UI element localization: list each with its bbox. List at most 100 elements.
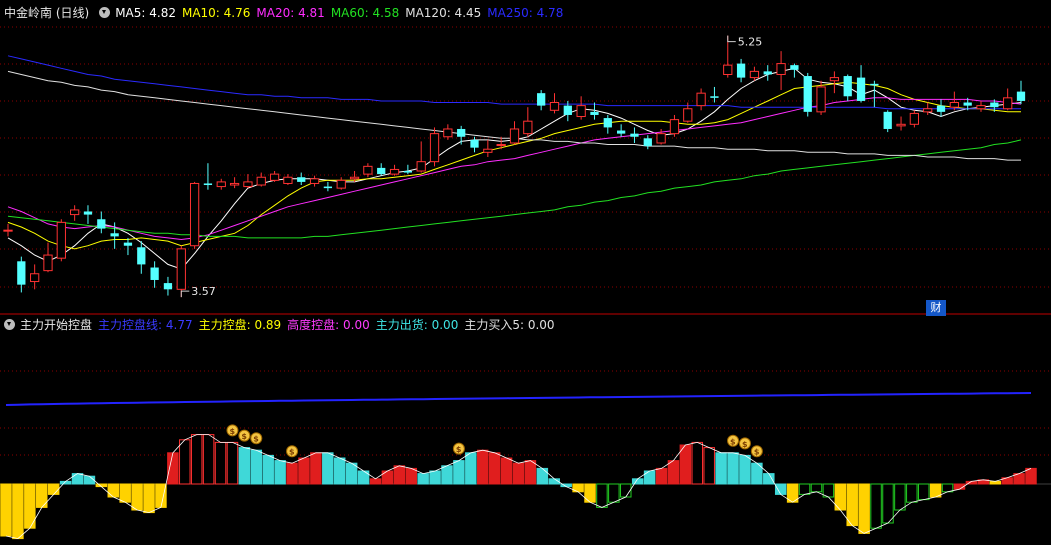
money-bag-symbol: $ — [754, 448, 760, 457]
indicator-bar — [810, 483, 823, 493]
candle-body — [216, 181, 226, 188]
candle-body — [150, 267, 159, 280]
indicator-bar — [894, 483, 906, 511]
indicator-bar — [250, 449, 263, 485]
candle-body — [163, 283, 173, 290]
indicator-bar — [465, 452, 477, 485]
candle-body — [256, 176, 266, 186]
candle-body — [189, 182, 200, 247]
candle-body — [537, 93, 546, 106]
candle-body — [1003, 97, 1013, 110]
chart-canvas[interactable]: 5.25 3.57 $ $ $ $ $ $ $ $ — [0, 0, 1051, 545]
indicator-bar — [1025, 467, 1037, 485]
indicator-bar — [47, 483, 60, 495]
candle-body — [496, 144, 506, 147]
ma-settings-button[interactable] — [99, 7, 111, 18]
indicator-bar — [524, 460, 537, 485]
candle-body — [963, 102, 972, 106]
annotation-pointer — [727, 35, 736, 43]
indicator-bar — [715, 452, 727, 485]
candle-body — [323, 186, 333, 189]
candle-body — [790, 65, 799, 70]
indicator-bar — [739, 454, 751, 485]
finance-badge[interactable]: 财 — [926, 300, 946, 316]
low-price-label: 3.57 — [191, 285, 216, 298]
indicator-bar — [572, 483, 584, 493]
money-bag-symbol: $ — [229, 427, 235, 436]
indicator-bar — [202, 434, 215, 485]
indicator-header: 主力开始控盘 主力控盘线: 4.77 主力控盘: 0.89 高度控盘: 0.00 主力出… — [0, 316, 567, 334]
indicator-bar — [536, 467, 549, 485]
indicator-bar — [858, 483, 870, 534]
ma-legend-item-2: MA20: 4.81 — [256, 6, 325, 20]
candle-body — [70, 209, 80, 216]
candle-body — [470, 139, 479, 148]
candle-body — [829, 77, 840, 82]
candle-body — [549, 102, 560, 111]
indicator-bar — [691, 441, 704, 485]
candle-body — [856, 77, 866, 101]
candle-body — [603, 118, 612, 128]
candle-body — [110, 233, 119, 237]
money-bag-symbol: $ — [253, 435, 259, 444]
candle-body — [590, 111, 599, 115]
candle-body — [309, 178, 320, 184]
candle-body — [976, 105, 986, 110]
indicator-bar — [405, 467, 417, 485]
indicator-bar — [870, 483, 882, 529]
ma-line-ma60 — [7, 139, 1022, 239]
indicator-bar — [477, 449, 489, 485]
candle-body — [763, 71, 772, 75]
candle-body — [443, 128, 453, 138]
indicator-settings-button[interactable] — [4, 319, 15, 330]
indicator-bar — [608, 483, 620, 503]
candle-body — [923, 108, 933, 113]
candle-body — [896, 123, 906, 127]
candle-body — [616, 130, 626, 134]
indicator-bar — [333, 457, 346, 485]
indicator-bar — [119, 483, 131, 503]
ma-legend-item-0: MA5: 4.82 — [115, 6, 176, 20]
indicator-bar — [727, 452, 739, 485]
candle-body — [710, 96, 719, 98]
candle-body — [816, 86, 826, 113]
indicator-bar — [512, 462, 525, 485]
indicator-bar — [0, 483, 12, 537]
indicator-bar — [774, 483, 787, 495]
candle-body — [30, 273, 40, 283]
candle-body — [269, 173, 280, 181]
indicator-bar — [131, 483, 143, 511]
candle-body — [843, 76, 852, 97]
indicator-legend-item-4: 主力买入5: 0.00 — [464, 318, 555, 332]
indicator-bar — [703, 447, 715, 485]
candle-body — [416, 161, 426, 172]
candle-body — [630, 133, 639, 137]
candle-body — [203, 183, 213, 186]
indicator-bar — [71, 473, 84, 485]
indicator-bar — [596, 483, 608, 508]
indicator-legend: 主力控盘线: 4.77 主力控盘: 0.89 高度控盘: 0.00 主力出货: 0.0… — [98, 318, 561, 332]
candle-body — [696, 92, 706, 107]
candle-body — [243, 181, 253, 188]
indicator-bar — [667, 460, 680, 485]
indicator-bar — [620, 483, 632, 498]
ma-legend: MA5: 4.82 MA10: 4.76 MA20: 4.81 MA60: 4.58 M… — [115, 6, 569, 20]
indicator-bar — [345, 462, 358, 485]
money-bag-symbol: $ — [456, 445, 462, 454]
indicator-legend-item-3: 主力出货: 0.00 — [375, 318, 459, 332]
candle-body — [483, 148, 493, 153]
candle-body — [457, 128, 466, 137]
candle-body — [509, 128, 520, 144]
candle-body — [17, 261, 26, 285]
candle-body — [56, 221, 66, 259]
indicator-bar — [500, 457, 513, 485]
indicator-bar — [917, 483, 930, 501]
money-bag-symbol: $ — [241, 432, 247, 441]
candle-body — [909, 112, 920, 125]
indicator-bar — [155, 483, 167, 508]
candle-body — [377, 167, 386, 175]
indicator-bar — [429, 470, 441, 485]
indicator-bar — [369, 478, 382, 485]
candle-body — [297, 177, 306, 182]
money-bag-symbol: $ — [289, 448, 295, 457]
